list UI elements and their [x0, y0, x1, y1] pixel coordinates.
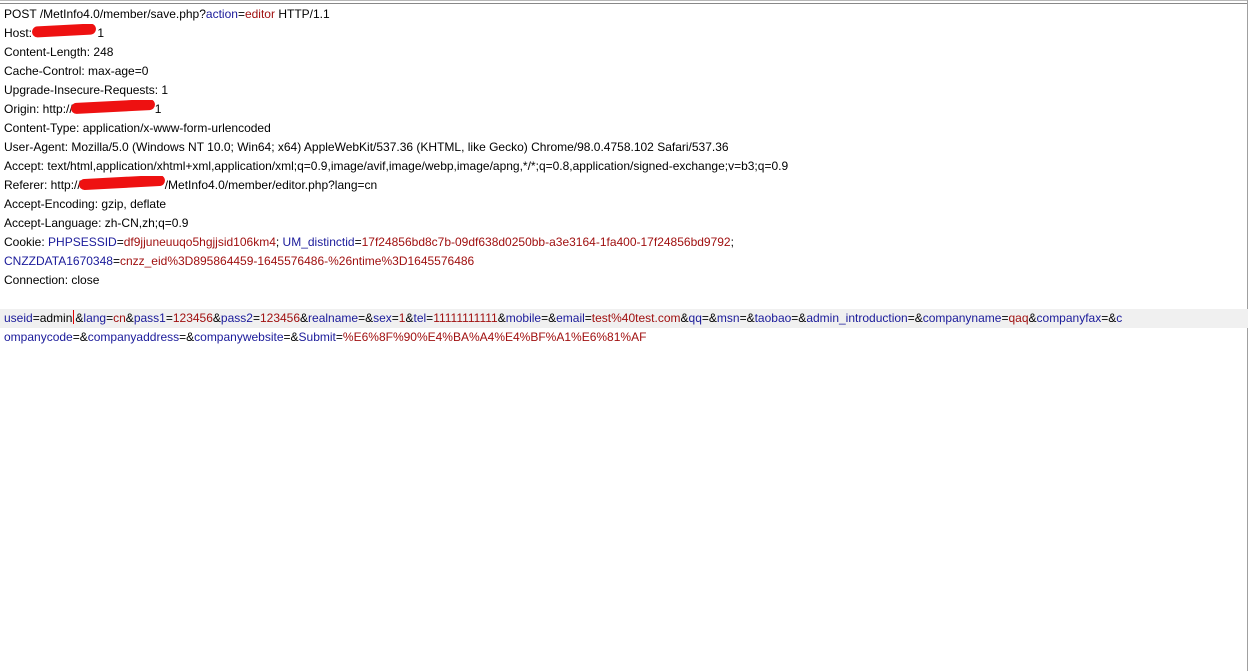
param-punct: &: [212, 311, 221, 325]
param-value: test%40test.com: [591, 311, 681, 325]
header-cookie-label: Cookie:: [4, 235, 49, 249]
param-punct: =: [32, 311, 40, 325]
param-key: lang: [83, 311, 107, 325]
header-referer-tail: /MetInfo4.0/member/editor.php?lang=cn: [164, 178, 378, 192]
param-punct: &: [497, 311, 506, 325]
window-top-border: [0, 0, 1248, 4]
param-value: qaq: [1008, 311, 1029, 325]
param-punct: =: [391, 311, 399, 325]
cookie-value: 17f24856bd8c7b-09df638d0250bb-a3e3164-1f…: [361, 235, 731, 249]
param-key: qq: [688, 311, 702, 325]
header-user-agent: User-Agent: Mozilla/5.0 (Windows NT 10.0…: [4, 140, 729, 154]
request-line: POST /MetInfo4.0/member/save.php?action=…: [4, 5, 1244, 24]
param-punct: =&: [739, 311, 755, 325]
cookie-value: df9jjuneuuqo5hgjjsid106km4: [123, 235, 276, 249]
param-punct: &: [125, 311, 134, 325]
cookie-value: cnzz_eid%3D895864459-1645576486-%26ntime…: [119, 254, 475, 268]
param-key: tel: [413, 311, 427, 325]
equals-sign: =: [237, 7, 245, 21]
param-key: mobile: [505, 311, 542, 325]
param-punct: =&: [701, 311, 717, 325]
param-punct: &: [300, 311, 309, 325]
param-punct: =&: [283, 330, 299, 344]
param-punct: =&: [541, 311, 557, 325]
param-key: pass2: [220, 311, 253, 325]
param-punct: =: [335, 330, 343, 344]
param-value: 123456: [172, 311, 213, 325]
param-key: Submit: [298, 330, 336, 344]
param-key: pass1: [133, 311, 166, 325]
header-referer: Referer: http:// /MetInfo4.0/member/edito…: [4, 176, 1244, 195]
header-cache-control: Cache-Control: max-age=0: [4, 64, 149, 78]
cookie-separator: ;: [730, 235, 734, 249]
param-key: admin_introduction: [806, 311, 908, 325]
header-referer-label: Referer: http://: [4, 178, 81, 192]
http-method: POST: [4, 7, 37, 21]
param-key: companyaddress: [87, 330, 180, 344]
param-punct: &: [680, 311, 689, 325]
query-param-value: editor: [244, 7, 275, 21]
param-punct: admin: [39, 311, 73, 325]
param-key: realname: [308, 311, 359, 325]
param-punct: =&: [72, 330, 88, 344]
header-content-type: Content-Type: application/x-www-form-url…: [4, 121, 271, 135]
param-punct: =&: [907, 311, 923, 325]
cookie-key: CNZZDATA1670348: [4, 254, 113, 268]
http-protocol: HTTP/1.1: [274, 7, 330, 21]
param-punct: =: [165, 311, 173, 325]
param-punct: =&: [358, 311, 374, 325]
param-punct: =&: [1101, 311, 1117, 325]
header-accept-language: Accept-Language: zh-CN,zh;q=0.9: [4, 216, 189, 230]
header-content-length: Content-Length: 248: [4, 45, 114, 59]
header-host: Host: 1: [4, 24, 1244, 43]
param-punct: =: [584, 311, 592, 325]
header-cookie: Cookie: PHPSESSID=df9jjuneuuqo5hgjjsid10…: [4, 235, 734, 249]
request-body-line: useid=admin &lang=cn&pass1=123456&pass2=1…: [0, 309, 1248, 328]
request-body-line: ompanycode=&companyaddress=&companywebsi…: [4, 328, 1244, 347]
param-key: email: [556, 311, 585, 325]
param-key: msn: [716, 311, 740, 325]
header-accept-encoding: Accept-Encoding: gzip, deflate: [4, 197, 167, 211]
param-value: 123456: [259, 311, 301, 325]
param-value: 11111111111: [433, 311, 498, 325]
cookie-key: UM_distinctid: [282, 235, 355, 249]
request-path: /MetInfo4.0/member/save.php?: [39, 7, 206, 21]
query-param-key: action: [205, 7, 238, 21]
header-host-tail: 1: [97, 26, 105, 40]
raw-request-editor[interactable]: POST /MetInfo4.0/member/save.php?action=…: [0, 5, 1248, 347]
param-key: companywebsite: [194, 330, 284, 344]
cookie-separator: ;: [275, 235, 283, 249]
param-key: companyfax: [1036, 311, 1102, 325]
param-key: useid: [4, 311, 33, 325]
param-key: companyname: [922, 311, 1002, 325]
param-key: c: [1116, 311, 1123, 325]
header-accept: Accept: text/html,application/xhtml+xml,…: [4, 159, 789, 173]
header-upgrade-insecure-requests: Upgrade-Insecure-Requests: 1: [4, 83, 169, 97]
param-key: taobao: [754, 311, 792, 325]
cookie-key: PHPSESSID: [48, 235, 117, 249]
header-origin: Origin: http:// 1: [4, 100, 1244, 119]
header-cookie-continued: CNZZDATA1670348=cnzz_eid%3D895864459-164…: [4, 254, 475, 268]
param-punct: &: [1028, 311, 1037, 325]
param-key: sex: [373, 311, 392, 325]
param-punct: =&: [791, 311, 807, 325]
param-punct: =&: [179, 330, 195, 344]
header-origin-label: Origin: http://: [4, 102, 73, 116]
param-value: %E6%8F%90%E4%BA%A4%E4%BF%A1%E6%81%AF: [342, 330, 647, 344]
param-key: ompanycode: [4, 330, 73, 344]
header-origin-tail: 1: [154, 102, 162, 116]
header-host-label: Host:: [4, 26, 36, 40]
header-connection: Connection: close: [4, 273, 100, 287]
param-punct: =: [252, 311, 260, 325]
param-value: cn: [113, 311, 126, 325]
